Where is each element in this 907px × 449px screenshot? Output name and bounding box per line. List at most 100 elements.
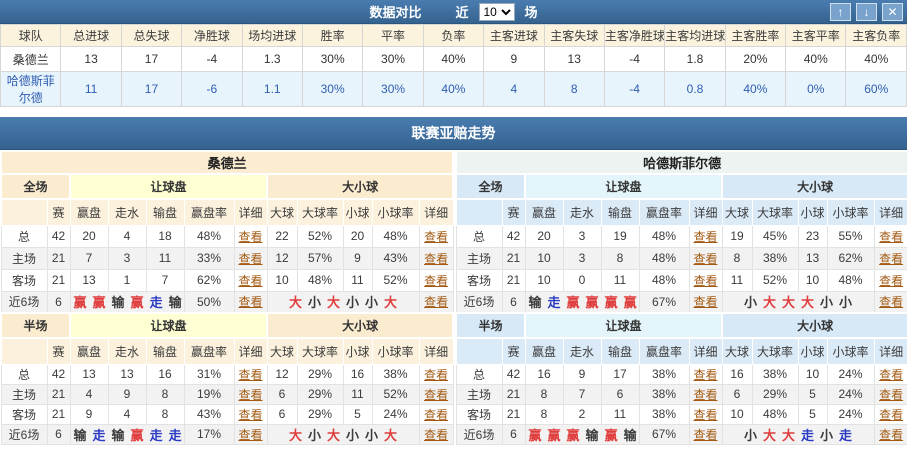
view-link[interactable]: 查看 (424, 274, 448, 288)
row-label: 近6场 (455, 423, 503, 445)
result-mark: 大 (781, 295, 795, 311)
view-link[interactable]: 查看 (424, 368, 448, 382)
view-link[interactable]: 查看 (879, 230, 903, 244)
view-link[interactable]: 查看 (879, 252, 903, 266)
stat-cell: 0% (785, 71, 847, 107)
view-link[interactable]: 查看 (238, 388, 262, 402)
over-under-stat: 52% (371, 268, 420, 292)
view-link[interactable]: 查看 (424, 388, 448, 402)
stat-cell: 30% (362, 46, 424, 72)
result-mark: 走 (92, 427, 106, 443)
view-link[interactable]: 查看 (424, 408, 448, 422)
view-link[interactable]: 查看 (238, 295, 262, 309)
view-link[interactable]: 查看 (693, 408, 717, 422)
close-icon: ✕ (887, 5, 898, 19)
view-link[interactable]: 查看 (693, 368, 717, 382)
panel-team-name: 桑德兰 (0, 150, 455, 175)
detail-cell: 查看 (688, 290, 723, 314)
detail-cell: 查看 (233, 423, 268, 445)
over-under-stat: 5 (797, 383, 828, 405)
view-link[interactable]: 查看 (879, 295, 903, 309)
view-link[interactable]: 查看 (879, 388, 903, 402)
window-controls: ↑ ↓ ✕ (830, 3, 903, 21)
rounds-select[interactable]: 10 (478, 2, 515, 21)
column-header: 详细 (873, 198, 907, 226)
handicap-stat: 6 (600, 383, 640, 405)
view-link[interactable]: 查看 (238, 428, 262, 442)
column-header: 赢盘 (524, 198, 564, 226)
handicap-stat: 20 (69, 224, 109, 248)
view-link[interactable]: 查看 (693, 230, 717, 244)
view-link[interactable]: 查看 (424, 252, 448, 266)
view-link[interactable]: 查看 (238, 252, 262, 266)
close-button[interactable]: ✕ (882, 3, 903, 21)
over-under-stat: 48% (371, 224, 420, 248)
view-link[interactable]: 查看 (424, 295, 448, 309)
handicap-group-label: 让球盘 (69, 312, 268, 339)
column-header: 赢盘率 (638, 198, 690, 226)
view-link[interactable]: 查看 (693, 428, 717, 442)
view-link[interactable]: 查看 (879, 408, 903, 422)
column-header: 小球率 (371, 337, 420, 365)
detail-cell: 查看 (873, 403, 907, 425)
stat-cell: 20% (724, 46, 787, 72)
view-link[interactable]: 查看 (424, 230, 448, 244)
team-stats-row: 哈德斯菲尔德 11 17 -6 1.1 30% 30% 40% 4 8 -4 0.8 40% 0% 60% (0, 71, 907, 107)
column-header: 赛 (501, 337, 526, 365)
view-link[interactable]: 查看 (693, 274, 717, 288)
column-header: 走水 (107, 198, 147, 226)
view-link[interactable]: 查看 (238, 274, 262, 288)
trend-table-home: 桑德兰 全场 让球盘 大小球赛赢盘 走水 输盘 赢盘率 详细 大球 大球率 小球 小球率 详细总 42 20… (0, 150, 455, 445)
view-link[interactable]: 查看 (879, 368, 903, 382)
result-mark: 输 (528, 295, 542, 311)
result-mark: 小 (743, 427, 757, 443)
over-under-stat: 12 (266, 363, 298, 385)
handicap-stat: 8 (524, 383, 564, 405)
column-header: 主客负率 (845, 24, 907, 47)
detail-cell: 查看 (233, 290, 268, 314)
stat-cell: -4 (603, 71, 666, 107)
view-link[interactable]: 查看 (693, 388, 717, 402)
view-link[interactable]: 查看 (424, 428, 448, 442)
view-link[interactable]: 查看 (879, 428, 903, 442)
column-header-blank (0, 198, 48, 226)
row-label: 总 (455, 363, 503, 385)
result-mark: 输 (111, 427, 125, 443)
column-header: 主客进球 (483, 24, 545, 47)
scroll-down-button[interactable]: ↓ (856, 3, 877, 21)
team-name: 哈德斯菲尔德 (0, 71, 62, 107)
recent-sequence: 大小大小小大 (266, 290, 420, 314)
scroll-up-button[interactable]: ↑ (830, 3, 851, 21)
view-link[interactable]: 查看 (879, 274, 903, 288)
detail-cell: 查看 (233, 246, 268, 270)
over-under-stat: 11 (721, 268, 753, 292)
stat-cell: -4 (181, 46, 243, 72)
result-mark: 大 (288, 427, 302, 443)
over-under-stat: 6 (266, 403, 298, 425)
stat-cell: 40% (422, 46, 485, 72)
result-mark: 赢 (585, 295, 599, 311)
result-mark: 大 (762, 427, 776, 443)
handicap-stat: 11 (600, 268, 640, 292)
stats-row: 总 42 13 13 16 31% 查看 12 29% 16 38% 查看 (0, 363, 454, 385)
handicap-stat: 38% (638, 403, 690, 425)
over-under-stat: 19 (721, 224, 753, 248)
column-header: 主客均进球 (664, 24, 726, 47)
column-header: 大球 (266, 198, 298, 226)
over-under-stat: 48% (296, 268, 344, 292)
view-link[interactable]: 查看 (693, 252, 717, 266)
view-link[interactable]: 查看 (238, 368, 262, 382)
row-label: 总 (0, 363, 48, 385)
result-mark: 赢 (130, 295, 144, 311)
over-under-stat: 45% (751, 224, 799, 248)
view-link[interactable]: 查看 (238, 408, 262, 422)
scope-label: 全场 (455, 173, 526, 200)
column-header: 赛 (501, 198, 526, 226)
over-under-stat: 10 (797, 268, 828, 292)
detail-cell: 查看 (688, 403, 723, 425)
view-link[interactable]: 查看 (238, 230, 262, 244)
view-link[interactable]: 查看 (693, 295, 717, 309)
games-count: 6 (501, 423, 526, 445)
handicap-stat: 8 (145, 383, 185, 405)
recent-label: 近 (455, 5, 469, 20)
